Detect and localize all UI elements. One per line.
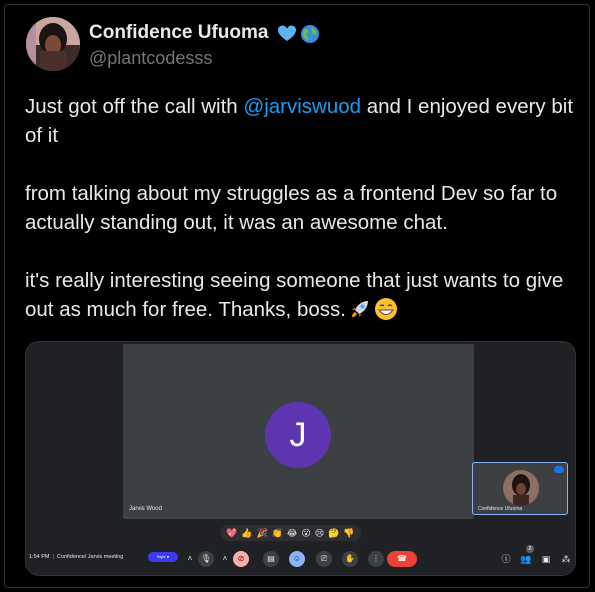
globe-icon	[301, 25, 319, 43]
reaction-thinking[interactable]: 🤔	[328, 527, 339, 539]
speaking-indicator-icon	[554, 466, 564, 473]
participant-name: Jarvis Wuod	[129, 506, 162, 512]
meeting-title: Confidence/ Jarvis meeting	[56, 554, 124, 560]
meeting-details-icon[interactable]: ⓘ	[500, 553, 512, 565]
mic-options-chevron-icon[interactable]: ˄	[186, 551, 194, 567]
self-avatar	[503, 470, 539, 506]
tweet-text-segment: it's really interesting seeing someone t…	[25, 269, 564, 321]
mention-link[interactable]: @jarviswuod	[243, 95, 361, 118]
tweet-paragraph-3: it's really interesting seeing someone t…	[25, 266, 575, 324]
reaction-thumbs-down[interactable]: 👎	[343, 527, 354, 539]
author-avatar[interactable]	[26, 17, 80, 71]
people-icon[interactable]: 👥	[520, 553, 532, 565]
participant-avatar: J	[265, 402, 331, 468]
reaction-clap[interactable]: 👏	[272, 527, 283, 539]
reaction-sad[interactable]: 😢	[315, 527, 324, 539]
raise-hand-icon[interactable]: ✋	[342, 551, 358, 567]
reaction-surprised[interactable]: 😮	[301, 527, 310, 539]
meeting-time: 1:54 PM	[29, 554, 50, 560]
reaction-laugh[interactable]: 😂	[287, 527, 298, 539]
present-screen-icon[interactable]: ⎚	[316, 551, 332, 567]
meeting-info-separator: |	[52, 554, 54, 560]
grinning-emoji	[374, 298, 397, 320]
tweet-paragraph-1: Just got off the call with @jarviswuod a…	[25, 92, 575, 150]
camera-off-icon[interactable]: ⊘	[233, 551, 249, 567]
tweet-text: Just got off the call with @jarviswuod a…	[25, 92, 575, 353]
hang-up-button[interactable]: ☎	[387, 551, 417, 567]
self-name: Confidence Ufuoma	[478, 506, 523, 512]
reaction-party[interactable]: 🎉	[256, 527, 267, 539]
rocket-emoji	[351, 301, 368, 317]
reaction-heart[interactable]: 💖	[226, 527, 237, 539]
caption-style-pill[interactable]: Style ●	[148, 552, 178, 562]
main-participant-tile: J Jarvis Wuod	[123, 344, 474, 519]
tweet-card: Confidence Ufuoma @plantcodesss Just got…	[4, 4, 590, 588]
meeting-info: 1:54 PM | Confidence/ Jarvis meeting	[29, 554, 123, 560]
captions-icon[interactable]: ▤	[263, 551, 279, 567]
reaction-thumbs-up[interactable]: 👍	[241, 527, 252, 539]
author-handle[interactable]: @plantcodesss	[89, 48, 212, 69]
reactions-bar: 💖 👍 🎉 👏 😂 😮 😢 🤔 👎	[220, 525, 361, 541]
meeting-controls-bar: 1:54 PM | Confidence/ Jarvis meeting Style…	[26, 545, 575, 575]
blue-heart-icon	[278, 25, 296, 41]
camera-options-chevron-icon[interactable]: ˄	[221, 551, 229, 567]
tweet-media-meeting-screenshot[interactable]: J Jarvis Wuod Confidence Ufuoma 💖 👍 🎉 👏 …	[25, 341, 576, 576]
emoji-reactions-icon[interactable]: ☺	[289, 551, 305, 567]
participant-count-badge: 2	[526, 545, 534, 553]
tweet-paragraph-2: from talking about my struggles as a fro…	[25, 182, 558, 234]
tweet-text-segment: Just got off the call with	[25, 95, 244, 118]
mic-icon[interactable]: 🎙	[198, 551, 214, 567]
self-view-tile: Confidence Ufuoma	[472, 462, 568, 515]
activities-icon[interactable]: ⁂	[560, 553, 572, 565]
more-options-icon[interactable]: ⋮	[368, 551, 384, 567]
chat-icon[interactable]: ▣	[540, 553, 552, 565]
author-display-name[interactable]: Confidence Ufuoma	[89, 22, 268, 44]
